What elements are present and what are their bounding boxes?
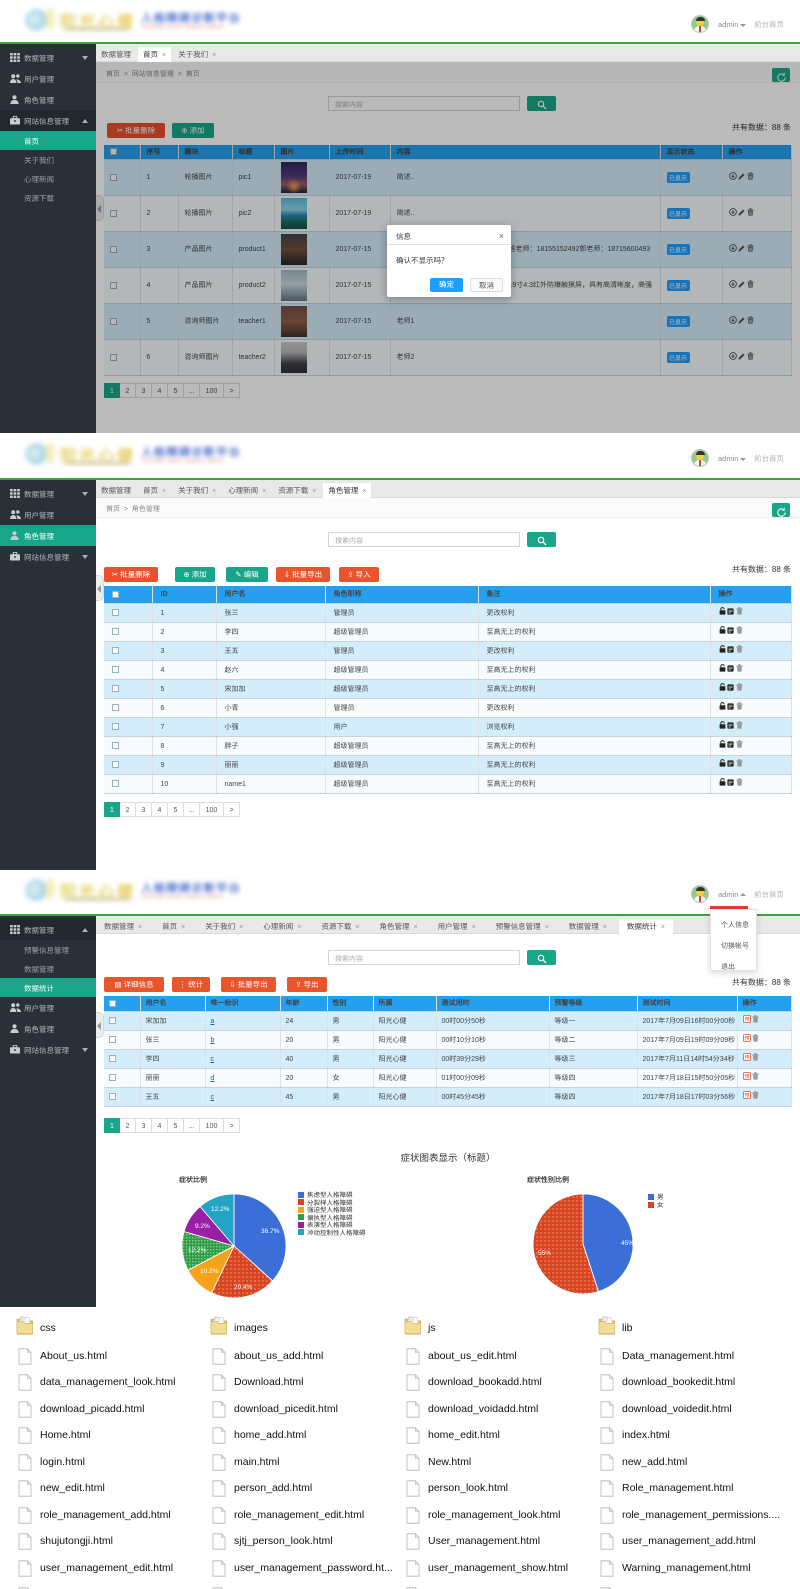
svg-text:预: 预 — [744, 1073, 749, 1080]
svg-text:预: 预 — [744, 1054, 749, 1061]
svg-text:预: 预 — [744, 1035, 749, 1042]
svg-text:预: 预 — [744, 1016, 749, 1023]
svg-text:预: 预 — [744, 1092, 749, 1099]
